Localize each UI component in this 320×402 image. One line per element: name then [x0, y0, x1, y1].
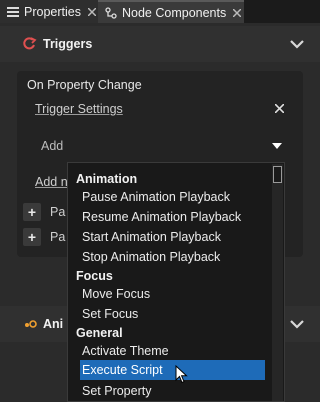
- option-execute-script[interactable]: Execute Script: [80, 360, 265, 380]
- tab-node-components-label: Node Components: [122, 5, 227, 20]
- chevron-down-icon[interactable]: [290, 318, 304, 329]
- trigger-card-title: On Property Change: [27, 78, 142, 92]
- group-header-focus: Focus: [76, 269, 113, 283]
- tab-properties[interactable]: Properties: [0, 0, 98, 23]
- chevron-down-icon[interactable]: [290, 38, 304, 49]
- triggers-title: Triggers: [43, 37, 93, 51]
- trigger-settings-link[interactable]: Trigger Settings: [35, 102, 123, 116]
- group-header-general: General: [76, 326, 123, 340]
- list-icon: [6, 5, 20, 19]
- add-action-dropdown[interactable]: [101, 133, 288, 158]
- add-label: Add: [41, 139, 64, 153]
- close-icon[interactable]: [232, 8, 242, 18]
- option-set-focus[interactable]: Set Focus: [68, 304, 273, 324]
- nodes-icon: [104, 6, 118, 20]
- option-start-animation-playback[interactable]: Start Animation Playback: [68, 227, 273, 247]
- trigger-icon: [22, 36, 38, 52]
- triggers-section-header[interactable]: Triggers: [0, 26, 320, 62]
- expand-plus-icon[interactable]: +: [23, 228, 41, 246]
- option-pause-animation-playback[interactable]: Pause Animation Playback: [68, 187, 273, 207]
- option-resume-animation-playback[interactable]: Resume Animation Playback: [68, 207, 273, 227]
- scrollbar-thumb[interactable]: [273, 166, 282, 183]
- group-header-animation: Animation: [76, 172, 138, 186]
- option-move-focus[interactable]: Move Focus: [68, 284, 273, 304]
- dropdown-scrollbar[interactable]: [272, 164, 283, 401]
- tab-node-components[interactable]: Node Components: [98, 0, 244, 23]
- animation-title: Ani: [43, 317, 64, 331]
- collapsed-row-label: Pa: [50, 205, 66, 219]
- collapsed-row-label: Pa: [50, 230, 66, 244]
- option-stop-animation-playback[interactable]: Stop Animation Playback: [68, 247, 273, 267]
- close-icon[interactable]: [87, 7, 97, 17]
- animation-icon: [22, 316, 38, 332]
- tab-properties-label: Properties: [24, 4, 81, 19]
- expand-plus-icon[interactable]: +: [23, 203, 41, 221]
- mouse-cursor-icon: [175, 364, 189, 385]
- tab-strip: Properties Node Components: [0, 0, 320, 23]
- option-set-property[interactable]: Set Property: [68, 381, 273, 401]
- close-icon[interactable]: [274, 102, 285, 114]
- dropdown-arrow-icon: [272, 143, 282, 149]
- option-activate-theme[interactable]: Activate Theme: [68, 341, 273, 361]
